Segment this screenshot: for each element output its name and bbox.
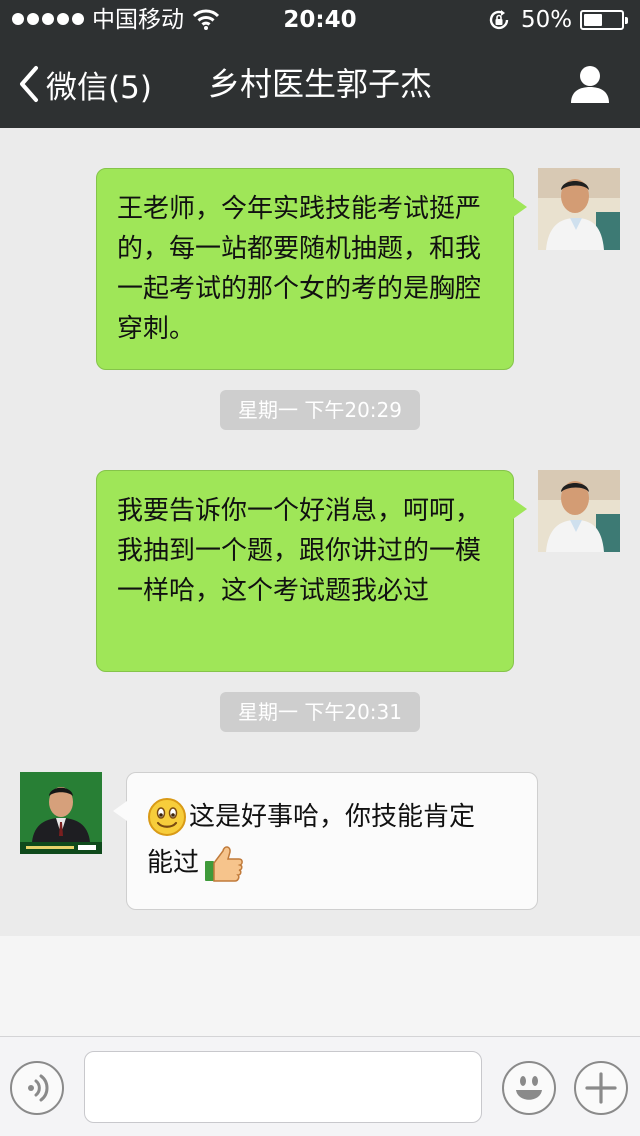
- rotation-lock-icon: [489, 10, 509, 30]
- more-button[interactable]: [574, 1061, 628, 1115]
- message-text: 这是好事哈，你技能肯定 能过: [147, 795, 517, 885]
- status-bar: 中国移动 20:40 50%: [0, 0, 640, 40]
- message-text: 我要告诉你一个好消息，呵呵，我抽到一个题，跟你讲过的一模一样哈，这个考试题我必过: [117, 496, 482, 606]
- emoji-icon: [516, 1076, 542, 1100]
- timestamp: 星期一 下午20:29: [220, 390, 420, 430]
- chat-title-text: 乡村医生郭子杰: [207, 65, 432, 103]
- smile-emoji: [148, 798, 186, 836]
- voice-button[interactable]: [10, 1061, 64, 1115]
- sent-message-bubble[interactable]: 我要告诉你一个好消息，呵呵，我抽到一个题，跟你讲过的一模一样哈，这个考试题我必过: [96, 470, 527, 672]
- message-list[interactable]: 王老师，今年实践技能考试挺严的，每一站都要随机抽题，和我一起考试的那个女的考的是…: [0, 128, 640, 936]
- sent-message-bubble[interactable]: 王老师，今年实践技能考试挺严的，每一站都要随机抽题，和我一起考试的那个女的考的是…: [96, 168, 527, 370]
- profile-icon[interactable]: [568, 62, 612, 106]
- battery-percentage: 50%: [521, 7, 573, 33]
- battery-icon: [580, 10, 628, 30]
- thumbs-up-emoji: [205, 846, 243, 882]
- received-message-bubble[interactable]: 这是好事哈，你技能肯定 能过: [113, 772, 538, 910]
- chat-empty-area: [0, 936, 640, 1036]
- emoji-button[interactable]: [502, 1061, 556, 1115]
- message-text-line: 这是好事哈，你技能肯定: [189, 802, 476, 832]
- my-avatar[interactable]: [538, 168, 620, 250]
- timestamp: 星期一 下午20:31: [220, 692, 420, 732]
- message-text: 王老师，今年实践技能考试挺严的，每一站都要随机抽题，和我一起考试的那个女的考的是…: [117, 194, 482, 344]
- navigation-bar: 微信(5) 乡村医生郭子杰: [0, 40, 640, 128]
- back-button[interactable]: 微信(5): [18, 60, 152, 108]
- contact-avatar[interactable]: [20, 772, 102, 854]
- plus-icon: [585, 1072, 617, 1104]
- my-avatar[interactable]: [538, 470, 620, 552]
- message-text-line: 能过: [147, 848, 200, 878]
- chat-screen: 中国移动 20:40 50% 微信(5) 乡村医生郭子杰 王老师，今年实践技能考…: [0, 0, 640, 1136]
- back-label: 微信(5): [46, 69, 152, 106]
- input-toolbar: [0, 1036, 640, 1136]
- voice-icon: [28, 1074, 49, 1102]
- message-input[interactable]: [84, 1051, 482, 1123]
- back-chevron-icon: [20, 66, 38, 102]
